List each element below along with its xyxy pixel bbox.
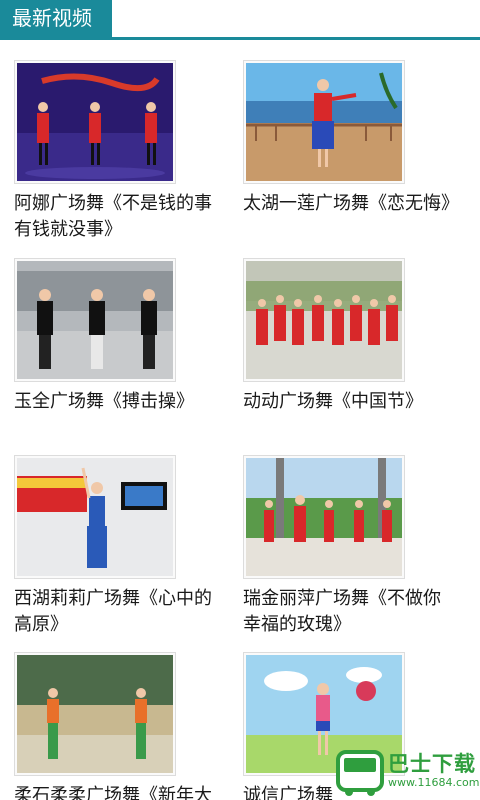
watermark-name: 巴士下载 [388, 752, 476, 776]
video-card-3[interactable]: 玉全广场舞《搏击操》 [14, 258, 229, 438]
video-card-7[interactable]: 柔石柔柔广场舞《新年大 [14, 652, 229, 800]
video-thumbnail[interactable] [14, 455, 176, 579]
red-troupe-thumbnail [246, 261, 402, 379]
section-title: 最新视频 [0, 0, 112, 37]
video-thumbnail[interactable] [14, 258, 176, 382]
video-thumbnail[interactable] [14, 60, 176, 184]
video-card-2[interactable]: 太湖一莲广场舞《恋无悔》 [243, 60, 459, 240]
bus-logo-icon [336, 750, 384, 796]
video-card-6[interactable]: 瑞金丽萍广场舞《不做你幸福的玫瑰》 [243, 455, 458, 635]
plaza-trio-thumbnail [17, 261, 173, 379]
video-title[interactable]: 玉全广场舞《搏击操》 [14, 389, 229, 415]
video-thumbnail[interactable] [243, 60, 405, 184]
video-title[interactable]: 太湖一莲广场舞《恋无悔》 [243, 191, 459, 217]
video-card-1[interactable]: 阿娜广场舞《不是钱的事有钱就没事》 [14, 60, 229, 240]
video-title[interactable]: 动动广场舞《中国节》 [243, 389, 458, 415]
video-title[interactable]: 柔石柔柔广场舞《新年大 [14, 783, 229, 800]
site-watermark: 巴士下载 www.11684.com [332, 744, 480, 800]
video-title[interactable]: 西湖莉莉广场舞《心中的高原》 [14, 586, 229, 638]
lakeside-dancer-thumbnail [246, 63, 402, 181]
park-group-thumbnail [246, 458, 402, 576]
riverside-duo-thumbnail [17, 655, 173, 773]
studio-dancer-thumbnail [17, 458, 173, 576]
video-title[interactable]: 瑞金丽萍广场舞《不做你幸福的玫瑰》 [243, 586, 458, 638]
dancers-stage-thumbnail [17, 63, 173, 181]
video-thumbnail[interactable] [14, 652, 176, 776]
video-card-5[interactable]: 西湖莉莉广场舞《心中的高原》 [14, 455, 229, 635]
header-divider [0, 37, 480, 40]
header: 最新视频 [0, 0, 480, 40]
video-thumbnail[interactable] [243, 455, 405, 579]
video-card-4[interactable]: 动动广场舞《中国节》 [243, 258, 458, 438]
video-title[interactable]: 阿娜广场舞《不是钱的事有钱就没事》 [14, 191, 229, 243]
video-thumbnail[interactable] [243, 258, 405, 382]
watermark-url: www.11684.com [388, 776, 480, 789]
